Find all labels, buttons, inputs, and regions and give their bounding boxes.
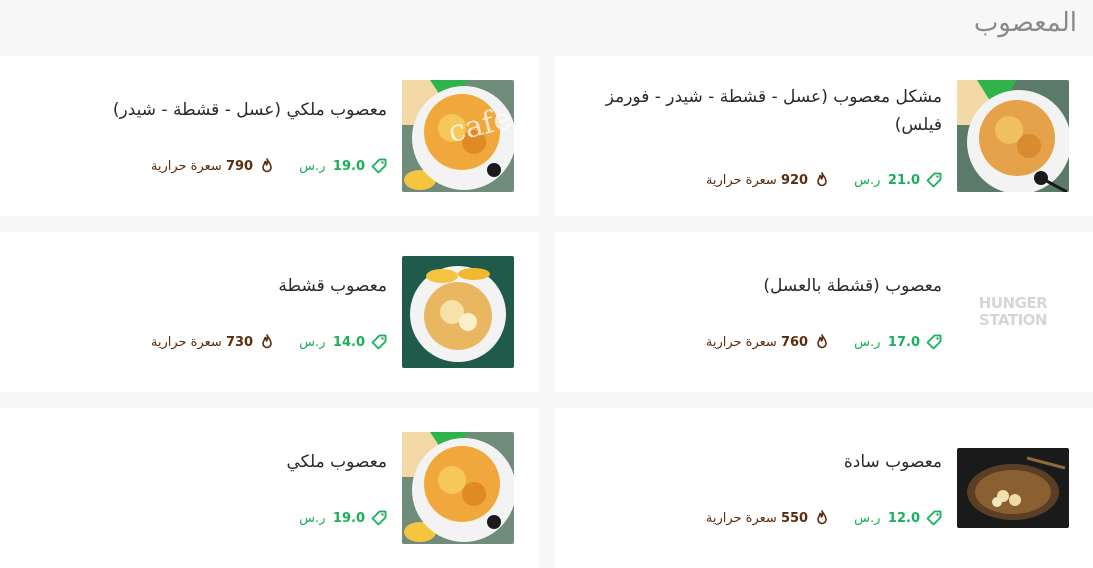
item-image[interactable]: [402, 432, 514, 544]
item-meta: 14.0 ر.س 730 سعرة حرارية: [151, 334, 387, 350]
item-meta: 17.0 ر.س 760 سعرة حرارية: [706, 334, 942, 350]
item-calories: 920 سعرة حرارية: [705, 172, 809, 188]
flame-icon: [814, 172, 830, 188]
item-price: 19.0 ر.س: [299, 510, 365, 526]
section-title: المعصوب: [973, 8, 1077, 38]
item-name: معصوب سادة: [843, 452, 942, 472]
item-name: معصوب ملكي (عسل - قشطة - شيدر): [112, 100, 387, 120]
item-price: 21.0 ر.س: [854, 172, 920, 188]
item-calories: 550 سعرة حرارية: [705, 510, 809, 526]
price-tag-icon: [926, 172, 942, 188]
hungerstation-logo: HUNGER STATION: [978, 294, 1048, 329]
item-name: مشكل معصوب (عسل - قشطة - شيدر - فورمز في…: [605, 87, 942, 135]
item-calories: 760 سعرة حرارية: [705, 334, 809, 350]
item-price: 19.0 ر.س: [299, 158, 365, 174]
item-image[interactable]: [402, 256, 514, 368]
item-price: 12.0 ر.س: [854, 510, 920, 526]
menu-item-card[interactable]: مشكل معصوب (عسل - قشطة - شيدر - فورمز في…: [555, 56, 1093, 216]
item-image[interactable]: [957, 448, 1069, 528]
price-tag-icon: [371, 510, 387, 526]
item-calories: 790 سعرة حرارية: [150, 158, 254, 174]
flame-icon: [814, 334, 830, 350]
item-price: 17.0 ر.س: [854, 334, 920, 350]
item-price: 14.0 ر.س: [299, 334, 365, 350]
item-calories: 730 سعرة حرارية: [150, 334, 254, 350]
menu-item-card[interactable]: معصوب ملكي 19.0 ر.س: [0, 408, 539, 568]
price-tag-icon: [926, 334, 942, 350]
item-meta: 19.0 ر.س 790 سعرة حرارية: [151, 158, 387, 174]
menu-item-card[interactable]: HUNGER STATION معصوب (قشطة بالعسل) 17.0 …: [555, 232, 1093, 392]
item-meta: 19.0 ر.س: [299, 510, 387, 526]
flame-icon: [814, 510, 830, 526]
menu-item-card[interactable]: cafe معصوب ملكي (عسل - قشطة - شيدر) 19.0…: [0, 56, 539, 216]
flame-icon: [259, 158, 275, 174]
item-meta: 21.0 ر.س 920 سعرة حرارية: [706, 172, 942, 188]
item-image[interactable]: [402, 80, 514, 192]
flame-icon: [259, 334, 275, 350]
item-image[interactable]: [957, 80, 1069, 192]
item-name: معصوب (قشطة بالعسل): [763, 276, 942, 296]
item-name: معصوب ملكي: [286, 452, 387, 472]
item-meta: 12.0 ر.س 550 سعرة حرارية: [706, 510, 942, 526]
price-tag-icon: [371, 158, 387, 174]
price-tag-icon: [926, 510, 942, 526]
item-name: معصوب قشطة: [278, 276, 387, 296]
menu-item-card[interactable]: معصوب سادة 12.0 ر.س 550 سعرة حرارية: [555, 408, 1093, 568]
menu-item-card[interactable]: معصوب قشطة 14.0 ر.س 730 سعرة حرارية: [0, 232, 539, 392]
price-tag-icon: [371, 334, 387, 350]
